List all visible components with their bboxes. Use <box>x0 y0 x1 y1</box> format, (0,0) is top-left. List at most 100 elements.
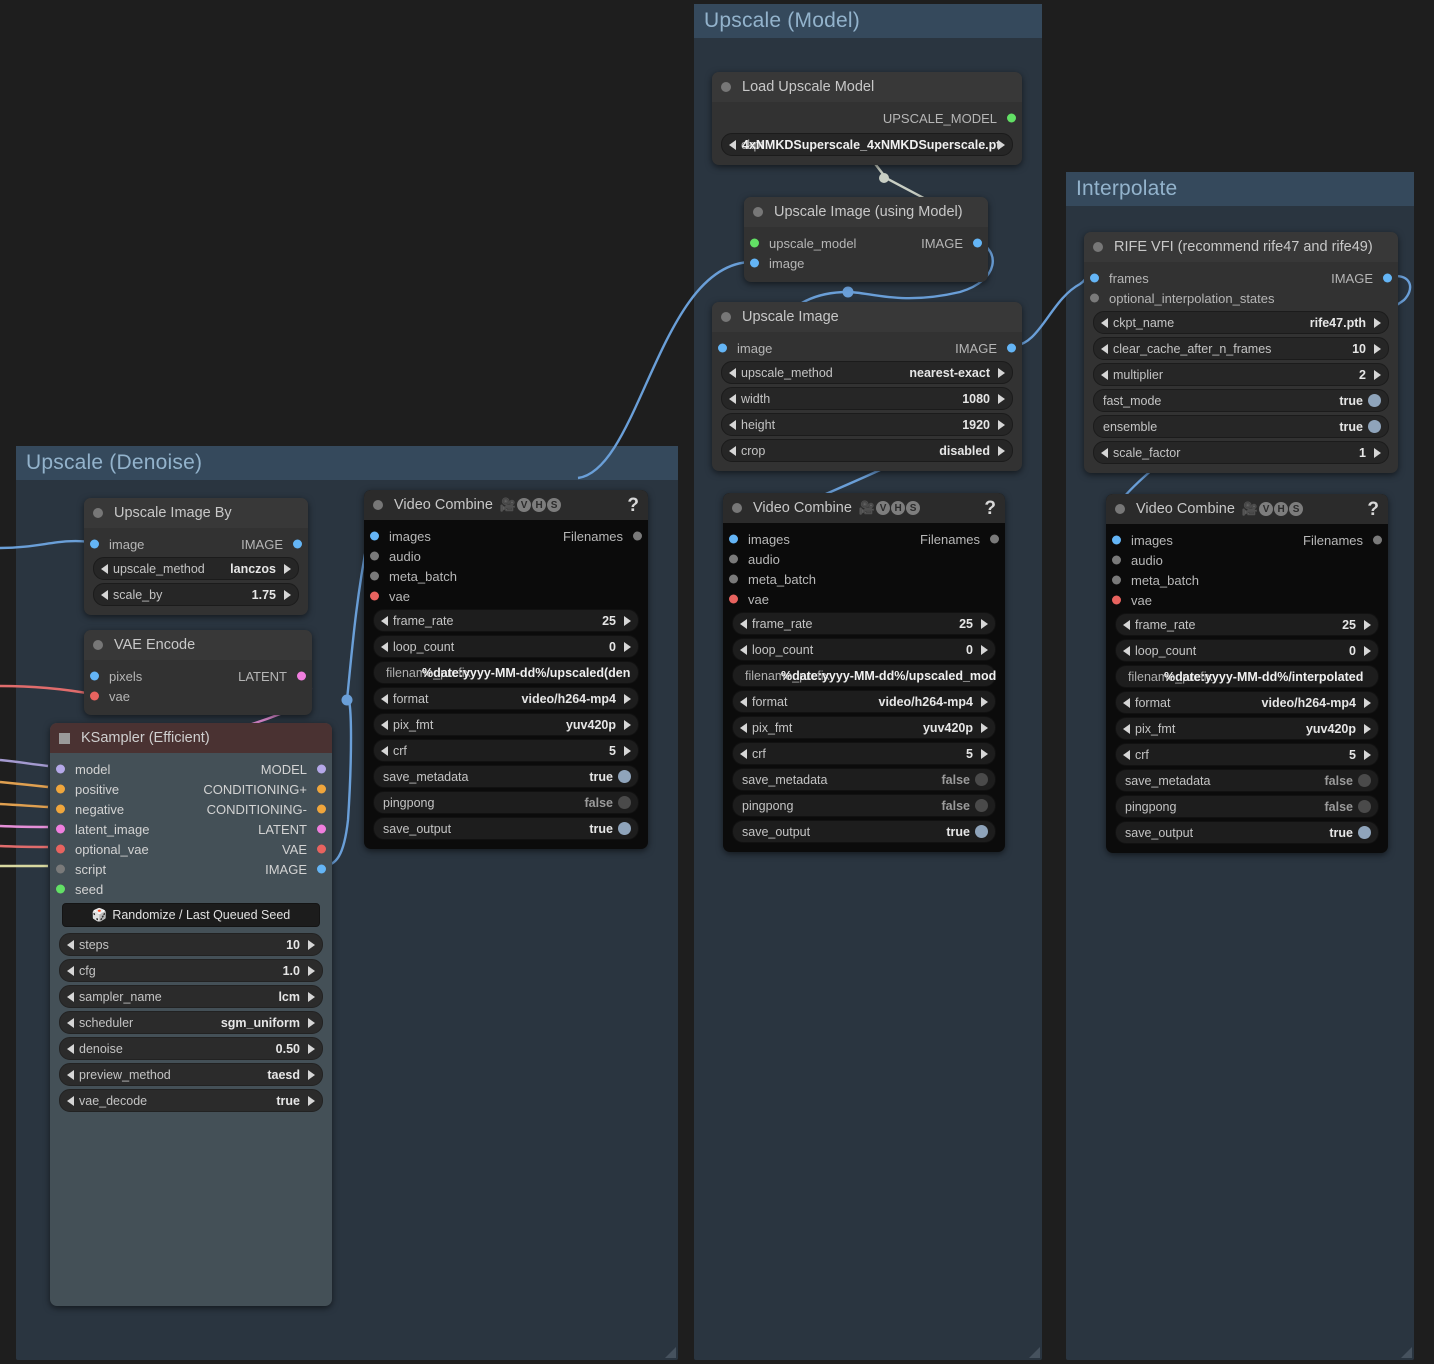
node-header[interactable]: Upscale Image By <box>84 498 308 528</box>
widget-pix-fmt[interactable]: pix_fmt yuv420p <box>732 716 996 739</box>
chevron-left-icon[interactable] <box>67 965 74 976</box>
chevron-left-icon[interactable] <box>1101 447 1108 458</box>
node-header[interactable]: RIFE VFI (recommend rife47 and rife49) <box>1084 232 1398 262</box>
widget-steps[interactable]: steps 10 <box>59 933 323 956</box>
widget-scale-factor[interactable]: scale_factor 1 <box>1093 441 1389 464</box>
input-slot-seed[interactable]: seed <box>50 879 332 899</box>
collapse-dot-icon[interactable] <box>732 503 742 513</box>
toggle-knob-icon[interactable] <box>618 796 631 809</box>
collapse-dot-icon[interactable] <box>753 207 763 217</box>
chevron-right-icon[interactable] <box>308 939 315 950</box>
output-pin-icon[interactable] <box>1007 343 1016 353</box>
chevron-left-icon[interactable] <box>67 1069 74 1080</box>
group-title-upscale-denoise[interactable]: Upscale (Denoise) <box>16 446 678 480</box>
node-header[interactable]: Video Combine 🎥 V H S ? <box>364 490 648 520</box>
input-pin-icon[interactable] <box>729 594 738 604</box>
output-pin-icon[interactable] <box>297 671 306 681</box>
widget-format[interactable]: format video/h264-mp4 <box>732 690 996 713</box>
input-pin-icon[interactable] <box>1090 273 1099 283</box>
slot-negative[interactable]: negative CONDITIONING- <box>50 799 332 819</box>
chevron-right-icon[interactable] <box>1364 619 1371 630</box>
chevron-left-icon[interactable] <box>729 419 736 430</box>
widget-fast-mode[interactable]: fast_mode true <box>1093 389 1389 412</box>
widget-upscale-method[interactable]: upscale_method nearest-exact <box>721 361 1013 384</box>
input-slot-meta-batch[interactable]: meta_batch <box>1106 570 1388 590</box>
output-pin-icon[interactable] <box>990 534 999 544</box>
chevron-left-icon[interactable] <box>1101 369 1108 380</box>
output-pin-icon[interactable] <box>317 764 326 774</box>
chevron-right-icon[interactable] <box>624 745 631 756</box>
widget-pix-fmt[interactable]: pix_fmt yuv420p <box>373 713 639 736</box>
chevron-left-icon[interactable] <box>67 1017 74 1028</box>
slot-model[interactable]: model MODEL <box>50 759 332 779</box>
output-pin-icon[interactable] <box>1383 273 1392 283</box>
chevron-right-icon[interactable] <box>1364 645 1371 656</box>
node-load-upscale-model[interactable]: Load Upscale Model UPSCALE_MODEL ckpt 4x… <box>712 72 1022 165</box>
input-pin-icon[interactable] <box>370 591 379 601</box>
chevron-left-icon[interactable] <box>1101 343 1108 354</box>
input-pin-icon[interactable] <box>90 671 99 681</box>
slot-images[interactable]: images Filenames <box>723 529 1005 549</box>
chevron-left-icon[interactable] <box>381 615 388 626</box>
group-resize-handle[interactable] <box>665 1347 676 1358</box>
output-pin-icon[interactable] <box>1373 535 1382 545</box>
widget-crop[interactable]: crop disabled <box>721 439 1013 462</box>
widget-scale-by[interactable]: scale_by 1.75 <box>93 583 299 606</box>
widget-cfg[interactable]: cfg 1.0 <box>59 959 323 982</box>
input-pin-icon[interactable] <box>750 258 759 268</box>
chevron-left-icon[interactable] <box>1123 619 1130 630</box>
widget-pix-fmt[interactable]: pix_fmt yuv420p <box>1115 717 1379 740</box>
slot-latent-image[interactable]: latent_image LATENT <box>50 819 332 839</box>
input-slot-audio[interactable]: audio <box>723 549 1005 569</box>
input-pin-icon[interactable] <box>56 844 65 854</box>
input-pin-icon[interactable] <box>56 804 65 814</box>
help-icon[interactable]: ? <box>1367 500 1379 519</box>
widget-crf[interactable]: crf 5 <box>373 739 639 762</box>
slot-image[interactable]: image IMAGE <box>84 534 308 554</box>
input-slot-meta-batch[interactable]: meta_batch <box>364 566 648 586</box>
collapse-dot-icon[interactable] <box>93 508 103 518</box>
input-slot-optional-interpolation-states[interactable]: optional_interpolation_states <box>1084 288 1398 308</box>
chevron-left-icon[interactable] <box>67 1043 74 1054</box>
input-slot-vae[interactable]: vae <box>84 686 312 706</box>
node-upscale-image-using-model[interactable]: Upscale Image (using Model) upscale_mode… <box>744 197 988 282</box>
widget-sampler-name[interactable]: sampler_name lcm <box>59 985 323 1008</box>
toggle-knob-icon[interactable] <box>1368 394 1381 407</box>
chevron-right-icon[interactable] <box>1364 723 1371 734</box>
group-title-upscale-model[interactable]: Upscale (Model) <box>694 4 1042 38</box>
widget-ckpt-name[interactable]: ckpt_name rife47.pth <box>1093 311 1389 334</box>
node-upscale-image[interactable]: Upscale Image image IMAGE upscale_method… <box>712 302 1022 471</box>
chevron-right-icon[interactable] <box>308 1043 315 1054</box>
collapse-box-icon[interactable] <box>59 732 70 744</box>
chevron-right-icon[interactable] <box>998 139 1005 150</box>
chevron-right-icon[interactable] <box>284 589 291 600</box>
slot-images[interactable]: images Filenames <box>364 526 648 546</box>
input-pin-icon[interactable] <box>90 691 99 701</box>
input-slot-meta-batch[interactable]: meta_batch <box>723 569 1005 589</box>
chevron-left-icon[interactable] <box>729 367 736 378</box>
chevron-right-icon[interactable] <box>998 393 1005 404</box>
chevron-left-icon[interactable] <box>381 719 388 730</box>
input-slot-vae[interactable]: vae <box>1106 590 1388 610</box>
input-pin-icon[interactable] <box>718 343 727 353</box>
slot-optional-vae[interactable]: optional_vae VAE <box>50 839 332 859</box>
group-resize-handle[interactable] <box>1401 1347 1412 1358</box>
output-pin-icon[interactable] <box>317 844 326 854</box>
node-header[interactable]: VAE Encode <box>84 630 312 660</box>
chevron-right-icon[interactable] <box>1374 343 1381 354</box>
chevron-left-icon[interactable] <box>381 745 388 756</box>
help-icon[interactable]: ? <box>984 499 996 518</box>
input-pin-icon[interactable] <box>56 784 65 794</box>
input-pin-icon[interactable] <box>56 764 65 774</box>
chevron-right-icon[interactable] <box>1364 749 1371 760</box>
chevron-left-icon[interactable] <box>1123 723 1130 734</box>
chevron-left-icon[interactable] <box>1123 645 1130 656</box>
widget-preview-method[interactable]: preview_method taesd <box>59 1063 323 1086</box>
toggle-knob-icon[interactable] <box>618 822 631 835</box>
chevron-right-icon[interactable] <box>624 693 631 704</box>
chevron-right-icon[interactable] <box>308 991 315 1002</box>
input-slot-audio[interactable]: audio <box>1106 550 1388 570</box>
help-icon[interactable]: ? <box>627 496 639 515</box>
widget-filename-prefix[interactable]: filename_prefix %date:yyyy-MM-dd%/upscal… <box>732 664 996 687</box>
chevron-left-icon[interactable] <box>729 445 736 456</box>
